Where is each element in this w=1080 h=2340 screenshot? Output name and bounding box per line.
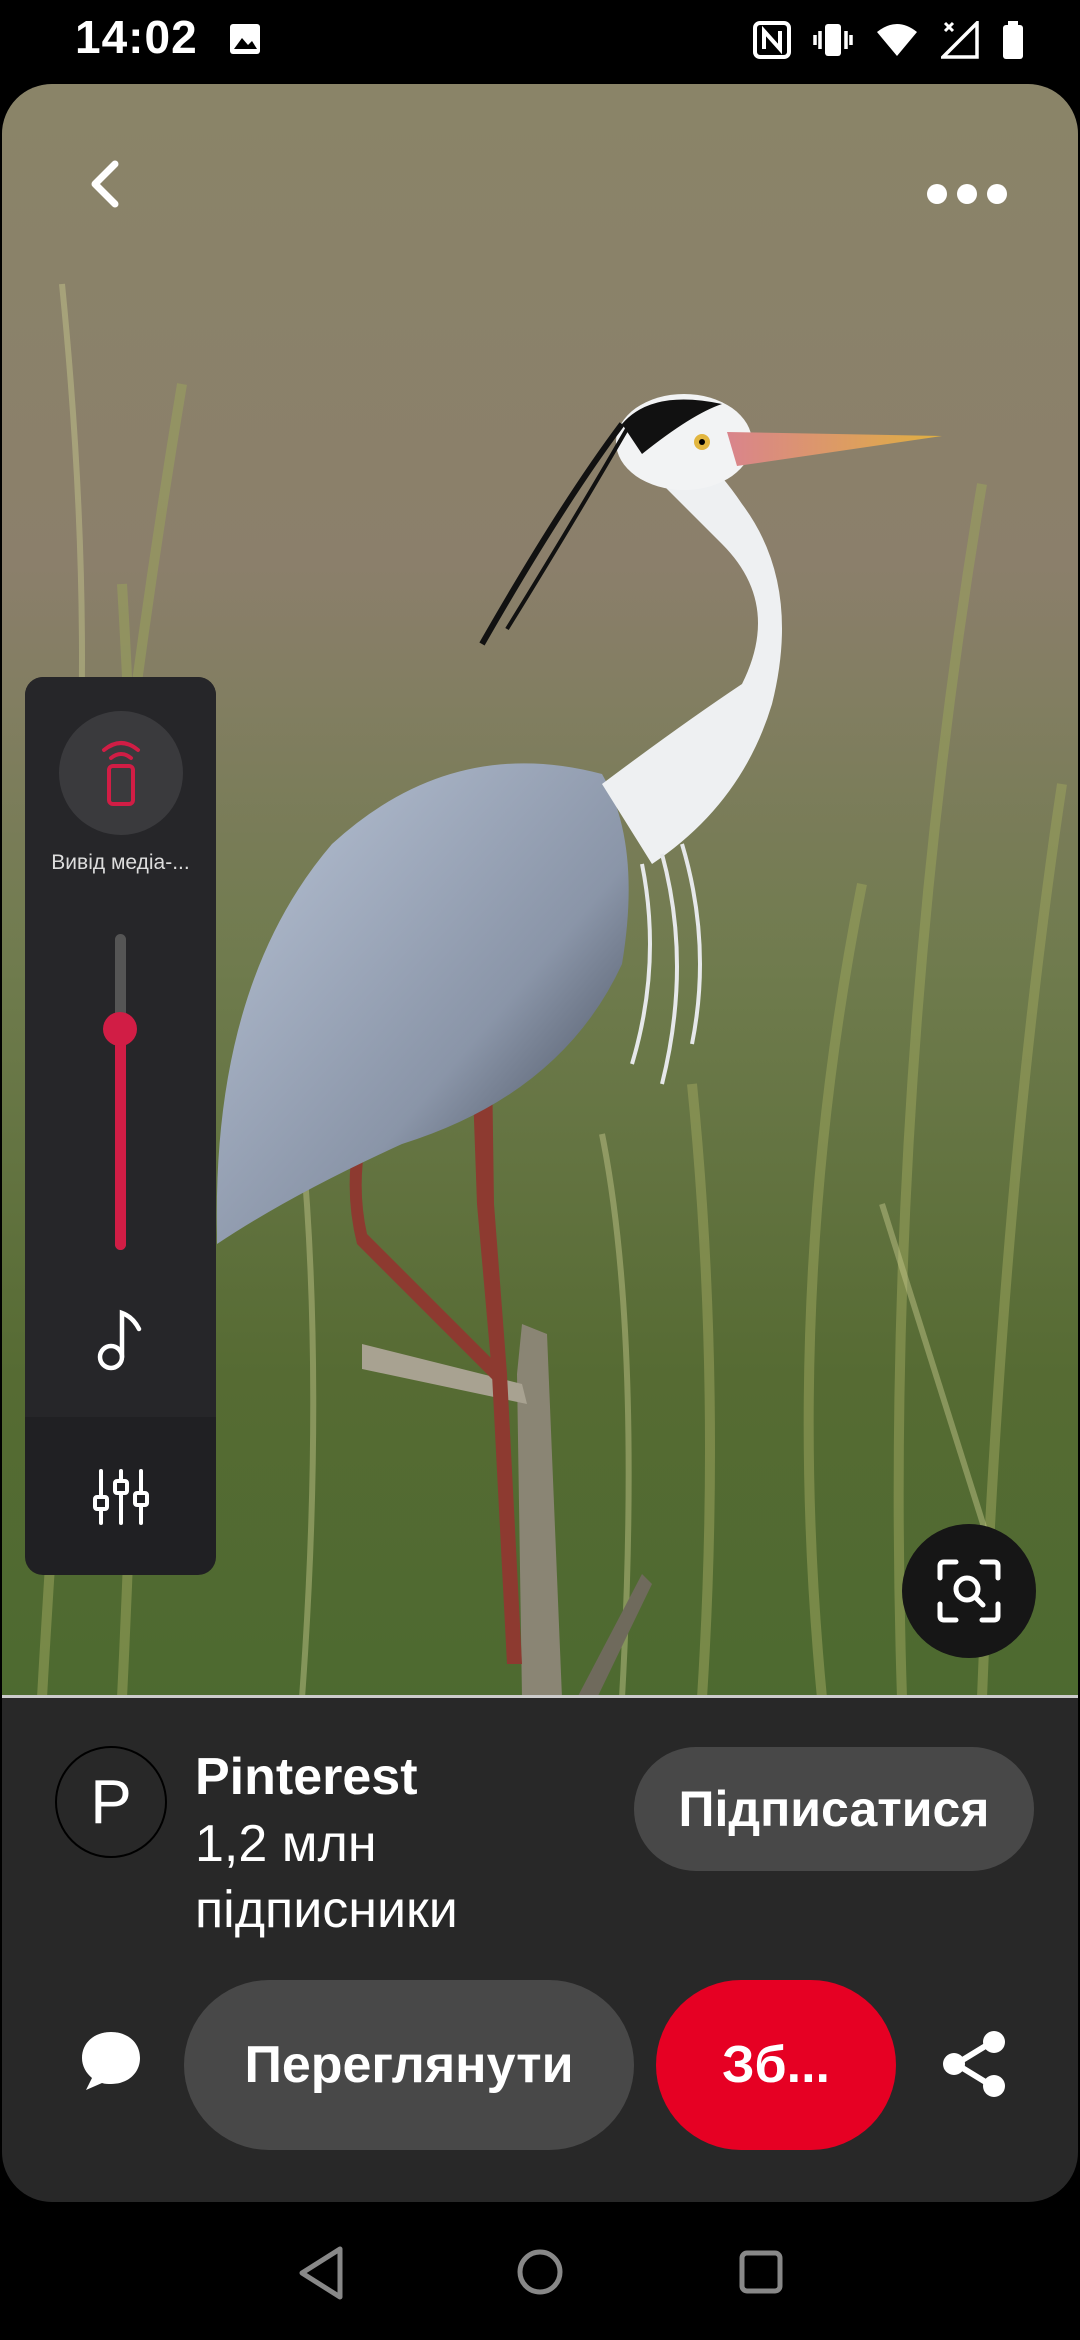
status-time: 14:02	[75, 11, 198, 63]
visual-search-button[interactable]	[902, 1524, 1036, 1658]
share-icon[interactable]	[940, 2028, 1010, 2100]
creator-followers: 1,2 млн підписники	[195, 1815, 458, 1939]
nfc-icon	[753, 21, 791, 59]
nav-recents-icon[interactable]	[738, 2249, 784, 2295]
creator-name[interactable]: Pinterest	[195, 1747, 418, 1807]
battery-icon	[1003, 21, 1023, 59]
volume-slider-thumb[interactable]	[103, 1011, 137, 1046]
follow-button[interactable]: Підписатися	[634, 1747, 1034, 1871]
volume-slider-fill	[115, 1028, 126, 1250]
media-output-label: Вивід медіа-...	[51, 851, 190, 874]
nav-back-icon[interactable]	[296, 2245, 346, 2301]
visual-search-icon	[937, 1559, 1001, 1623]
cast-device-icon	[102, 741, 140, 806]
image-icon	[230, 24, 260, 54]
vibrate-icon	[813, 24, 853, 56]
nav-home-icon[interactable]	[515, 2247, 565, 2297]
save-button[interactable]: Зб...	[656, 1980, 896, 2150]
comment-icon[interactable]	[78, 2028, 144, 2094]
media-output-button[interactable]	[59, 711, 183, 835]
pin-card: Вивід медіа-... P Pinterest 1,2 млн підп…	[2, 84, 1078, 2202]
music-note-icon[interactable]	[95, 1307, 147, 1373]
volume-panel: Вивід медіа-...	[25, 677, 216, 1575]
equalizer-icon[interactable]	[91, 1467, 151, 1527]
status-bar: 14:02	[0, 0, 1080, 80]
signal-icon	[941, 21, 979, 59]
visit-button[interactable]: Переглянути	[184, 1980, 634, 2150]
more-options-button[interactable]	[922, 174, 1012, 214]
back-button[interactable]	[77, 154, 137, 214]
creator-avatar[interactable]: P	[55, 1746, 167, 1858]
wifi-icon	[877, 24, 917, 56]
